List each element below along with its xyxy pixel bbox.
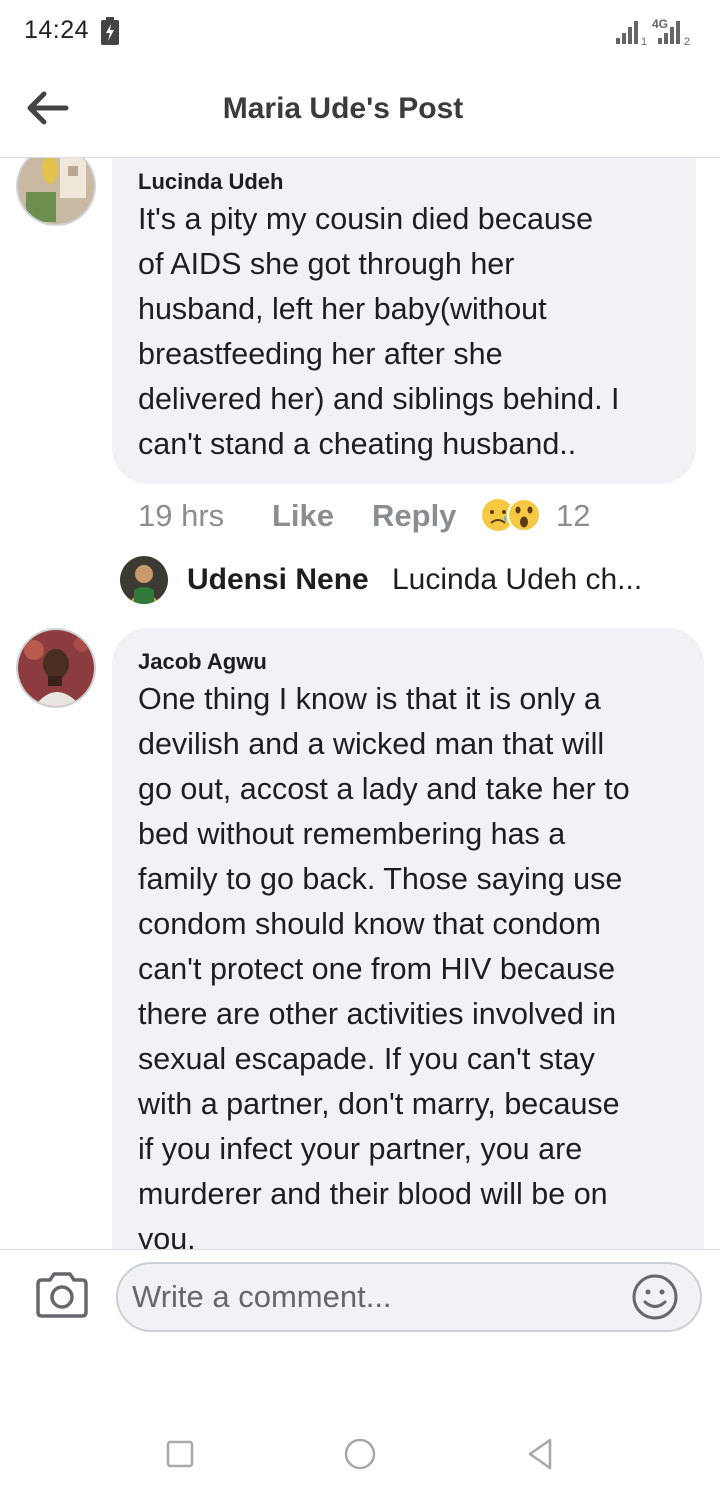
comment-composer xyxy=(0,1249,720,1349)
comment-author[interactable]: Lucinda Udeh xyxy=(138,169,283,195)
reply-preview[interactable]: Udensi Nene Lucinda Udeh ch... xyxy=(120,556,680,606)
comment-line: of AIDS she got through her xyxy=(138,247,515,281)
comment-line: condom should know that condom xyxy=(138,907,601,941)
comment-line: sexual escapade. If you can't stay xyxy=(138,1042,595,1076)
wow-reaction-icon xyxy=(507,498,541,532)
comment-line: delivered her) and siblings behind. I xyxy=(138,382,620,416)
comment-line: bed without remembering has a xyxy=(138,817,566,851)
reply-avatar-photo-icon xyxy=(120,556,168,604)
comment-text: It's a pity my cousin died because of AI… xyxy=(138,197,688,467)
avatar[interactable] xyxy=(16,158,96,226)
battery-charging-icon xyxy=(101,17,119,45)
comment-line: breastfeeding her after she xyxy=(138,337,503,371)
comment-line: devilish and a wicked man that will xyxy=(138,727,605,761)
comment-line: with a partner, don't marry, because xyxy=(138,1087,620,1121)
network-type-label: 4G xyxy=(652,17,668,31)
reply-button[interactable]: Reply xyxy=(372,498,456,534)
status-bar: 14:24 1 4G 2 xyxy=(0,0,720,62)
sim2-label: 2 xyxy=(684,36,690,46)
system-nav-bar xyxy=(0,1400,720,1500)
signal-strength-icon: 1 4G 2 xyxy=(616,17,690,46)
avatar-photo-icon xyxy=(18,158,94,224)
avatar[interactable] xyxy=(16,628,96,708)
comment-timestamp[interactable]: 19 hrs xyxy=(138,498,224,534)
comment-line: husband, left her baby(without xyxy=(138,292,547,326)
home-circle-icon[interactable] xyxy=(340,1434,380,1474)
avatar-photo-icon xyxy=(18,630,94,706)
comment-line: can't protect one from HIV because xyxy=(138,952,616,986)
comment-author[interactable]: Jacob Agwu xyxy=(138,649,267,675)
comment-line: murderer and their blood will be on xyxy=(138,1177,608,1211)
recents-square-icon[interactable] xyxy=(160,1434,200,1474)
camera-icon[interactable] xyxy=(34,1272,90,1318)
comment-line: there are other activities involved in xyxy=(138,997,617,1031)
status-time: 14:24 xyxy=(24,16,90,44)
sim1-label: 1 xyxy=(641,36,647,46)
comment-line: you. xyxy=(138,1222,196,1249)
reply-snippet[interactable]: Lucinda Udeh ch... xyxy=(392,563,642,597)
post-header: Maria Ude's Post xyxy=(0,62,720,158)
comment-actions: 19 hrs Like Reply 12 xyxy=(138,498,698,538)
comment-line: can't stand a cheating husband.. xyxy=(138,427,577,461)
comment-text: One thing I know is that it is only a de… xyxy=(138,677,698,1249)
reaction-count[interactable]: 12 xyxy=(556,498,590,534)
comment-input[interactable] xyxy=(116,1262,702,1332)
reply-avatar xyxy=(120,556,168,604)
comment-line: One thing I know is that it is only a xyxy=(138,682,601,716)
reaction-icons[interactable] xyxy=(480,496,544,534)
emoji-icon[interactable] xyxy=(630,1272,680,1322)
comment-line: if you infect your partner, you are xyxy=(138,1132,583,1166)
page-title: Maria Ude's Post xyxy=(222,92,464,125)
reply-author[interactable]: Udensi Nene xyxy=(187,563,369,597)
comment-line: family to go back. Those saying use xyxy=(138,862,623,896)
comment-line: It's a pity my cousin died because xyxy=(138,202,594,236)
back-triangle-icon[interactable] xyxy=(520,1434,560,1474)
like-button[interactable]: Like xyxy=(272,498,334,534)
comments-list[interactable]: Lucinda Udeh It's a pity my cousin died … xyxy=(0,158,720,1249)
comment-line: go out, accost a lady and take her to xyxy=(138,772,630,806)
